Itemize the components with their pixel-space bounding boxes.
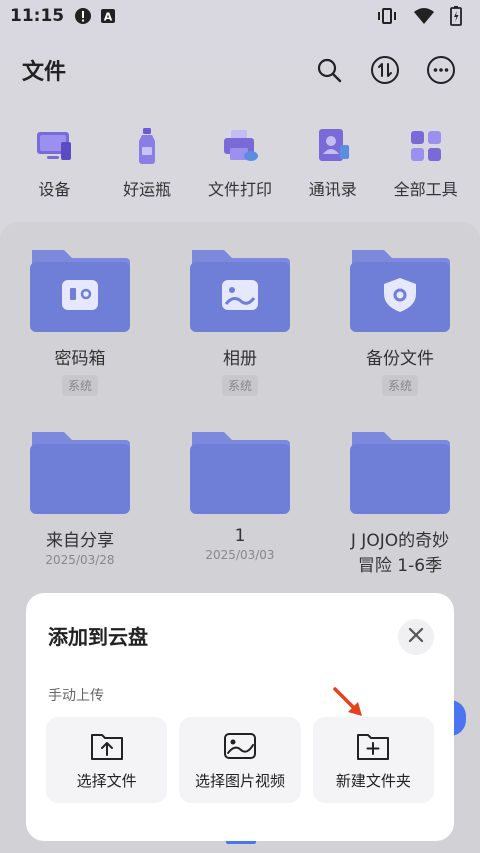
tools-row: 设备 好运瓶 文件打印 通讯录 全部工具 xyxy=(0,126,480,206)
tool-label: 全部工具 xyxy=(393,180,458,199)
more-icon[interactable] xyxy=(424,53,458,87)
add-to-cloud-sheet: 添加到云盘 手动上传 选择文件 选择图片视频 新建文件夹 xyxy=(26,593,454,841)
battery-icon xyxy=(450,6,462,26)
folder-name: 1 xyxy=(234,526,246,546)
tool-label: 好运瓶 xyxy=(123,180,172,199)
folder-item[interactable]: 相册 系统 xyxy=(160,244,320,396)
folder-name: 密码箱 xyxy=(54,349,106,369)
new-folder-button[interactable]: 新建文件夹 xyxy=(312,717,434,803)
shield-folder-icon xyxy=(348,244,452,334)
tool-bottle[interactable]: 好运瓶 xyxy=(104,126,190,206)
tool-all[interactable]: 全部工具 xyxy=(383,126,469,206)
alert-icon xyxy=(74,7,92,25)
folder-name: 相册 xyxy=(223,349,257,369)
folder-item[interactable]: J JOJO的奇妙 冒险 1-6季 xyxy=(320,426,480,576)
system-tag: 系统 xyxy=(61,375,98,396)
folder-item[interactable]: 来自分享 2025/03/28 xyxy=(0,426,160,576)
tool-contacts[interactable]: 通讯录 xyxy=(290,126,376,206)
select-file-button[interactable]: 选择文件 xyxy=(46,717,168,803)
folder-name-line2: 冒险 1-6季 xyxy=(357,556,443,576)
upload-file-icon xyxy=(89,730,125,762)
folder-item[interactable]: 1 2025/03/03 xyxy=(160,426,320,576)
vibrate-icon xyxy=(376,7,398,25)
option-label: 新建文件夹 xyxy=(335,771,411,790)
page-title: 文件 xyxy=(22,60,67,85)
option-label: 选择文件 xyxy=(76,771,137,790)
tool-device[interactable]: 设备 xyxy=(11,126,97,206)
status-bar: 11:15 A xyxy=(0,0,480,32)
transfer-icon[interactable] xyxy=(368,53,402,87)
folder-icon xyxy=(348,426,452,516)
tool-label: 文件打印 xyxy=(207,180,272,199)
folder-date: 2025/03/28 xyxy=(45,553,115,567)
wifi-icon xyxy=(414,7,434,25)
folder-icon xyxy=(28,426,132,516)
svg-text:A: A xyxy=(104,11,113,24)
select-media-button[interactable]: 选择图片视频 xyxy=(179,717,301,803)
photo-folder-icon xyxy=(188,244,292,334)
image-icon xyxy=(222,730,258,762)
tool-label: 通讯录 xyxy=(308,180,357,199)
option-label: 选择图片视频 xyxy=(194,771,285,790)
printer-icon xyxy=(220,126,260,166)
status-time: 11:15 xyxy=(10,6,65,26)
folder-name: 来自分享 xyxy=(46,531,114,551)
folder-icon xyxy=(188,426,292,516)
tool-label: 设备 xyxy=(38,180,71,199)
system-tag: 系统 xyxy=(221,375,258,396)
close-icon xyxy=(408,627,424,647)
annotation-arrow-icon xyxy=(332,686,366,724)
tool-print[interactable]: 文件打印 xyxy=(197,126,283,206)
app-header: 文件 xyxy=(0,48,480,92)
contacts-icon xyxy=(313,126,353,166)
bottle-icon xyxy=(127,126,167,166)
sheet-title: 添加到云盘 xyxy=(48,625,148,649)
new-folder-icon xyxy=(355,730,391,762)
close-button[interactable] xyxy=(398,619,434,655)
device-icon xyxy=(34,126,74,166)
folder-grid: 密码箱 系统 相册 系统 备份文件 系统 来自分享 2025/03/28 1 2… xyxy=(0,244,480,576)
upload-options: 选择文件 选择图片视频 新建文件夹 xyxy=(46,717,434,803)
folder-name: J JOJO的奇妙 xyxy=(350,531,450,551)
section-label: 手动上传 xyxy=(48,688,104,704)
folder-item[interactable]: 密码箱 系统 xyxy=(0,244,160,396)
folder-date: 2025/03/03 xyxy=(205,548,275,562)
all-tools-icon xyxy=(406,126,446,166)
system-tag: 系统 xyxy=(381,375,418,396)
a-icon: A xyxy=(100,8,116,24)
safe-folder-icon xyxy=(28,244,132,334)
folder-name: 备份文件 xyxy=(366,349,434,369)
folder-item[interactable]: 备份文件 系统 xyxy=(320,244,480,396)
search-icon[interactable] xyxy=(312,53,346,87)
